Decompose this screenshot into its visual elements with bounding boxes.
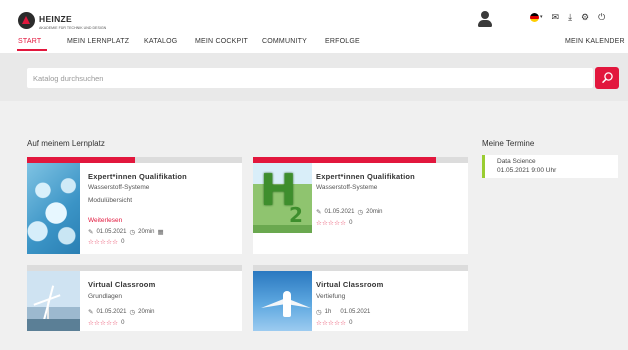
logo-mark-icon: [18, 11, 35, 29]
course-duration: 20min: [366, 209, 383, 215]
clock-icon: ◷: [129, 309, 136, 316]
nav-start[interactable]: START: [18, 38, 41, 45]
clock-icon: ◷: [129, 229, 136, 236]
rating[interactable]: ☆☆☆☆☆ 0: [88, 238, 125, 246]
star-icon: ☆☆☆☆☆: [88, 320, 119, 327]
search-icon: [602, 72, 613, 83]
star-icon: ☆☆☆☆☆: [88, 239, 119, 246]
course-thumbnail[interactable]: [253, 271, 312, 331]
user-icon[interactable]: [477, 11, 493, 28]
rating-count: 0: [121, 320, 125, 326]
nav-mein-kalender[interactable]: MEIN KALENDER: [565, 38, 625, 45]
course-meta: ✎ 01.05.2021 ◷ 20min: [316, 208, 383, 216]
course-subtitle: Wasserstoff-Systeme: [316, 184, 378, 191]
h2-grass-subscript: 2: [289, 203, 303, 227]
course-overview-link[interactable]: Modulübersicht: [88, 197, 132, 204]
course-title[interactable]: Expert*innen Qualifikation: [316, 172, 415, 181]
course-date: 01.05.2021: [340, 309, 371, 315]
search-button[interactable]: [595, 67, 619, 89]
edit-icon: ✎: [88, 309, 94, 316]
course-subtitle: Wasserstoff-Systeme: [88, 184, 150, 191]
course-date: 01.05.2021: [96, 229, 127, 235]
termine-title: Meine Termine: [482, 139, 535, 148]
header-toolbar: ▾ ✉ ⤓ ⚙ ⏻: [530, 13, 605, 22]
rating-count: 0: [349, 320, 353, 326]
course-thumbnail[interactable]: [27, 271, 80, 331]
appointment-name[interactable]: Data Science: [497, 158, 536, 165]
course-subtitle: Grundlagen: [88, 293, 122, 300]
course-duration: 1h: [324, 309, 332, 315]
brand-logo[interactable]: HEINZE AKADEMIE FÜR TECHNIK UND DESIGN: [18, 10, 106, 31]
language-switch[interactable]: ▾: [530, 13, 543, 22]
course-title[interactable]: Virtual Classroom: [88, 280, 155, 289]
course-date: 01.05.2021: [324, 209, 355, 215]
course-title[interactable]: Expert*innen Qualifikation: [88, 172, 187, 181]
brand-subline: AKADEMIE FÜR TECHNIK UND DESIGN: [39, 26, 107, 30]
star-icon: ☆☆☆☆☆: [316, 320, 347, 327]
rating-count: 0: [121, 239, 125, 245]
edit-icon: ✎: [316, 209, 322, 216]
clock-icon: ◷: [357, 209, 364, 216]
nav-mein-cockpit[interactable]: MEIN COCKPIT: [195, 38, 248, 45]
search-input[interactable]: [33, 72, 433, 84]
edit-icon: ✎: [88, 229, 94, 236]
read-more-link[interactable]: Weiterlesen: [88, 217, 122, 224]
appointment-color-bar: [482, 155, 485, 178]
nav-katalog[interactable]: KATALOG: [144, 38, 177, 45]
clock-icon: ◷: [316, 309, 322, 316]
nav-erfolge[interactable]: ERFOLGE: [325, 38, 360, 45]
course-meta: ✎ 01.05.2021 ◷ 20min ▦: [88, 228, 164, 236]
active-tab-indicator: [17, 49, 47, 51]
flag-de-icon: [530, 13, 539, 22]
appointment-datetime: 01.05.2021 9:00 Uhr: [497, 167, 557, 174]
star-icon: ☆☆☆☆☆: [316, 220, 347, 227]
course-subtitle: Vertiefung: [316, 293, 346, 300]
brand-name: HEINZE: [39, 14, 72, 24]
course-duration: 20min: [138, 229, 155, 235]
mail-icon[interactable]: ✉: [552, 13, 560, 22]
calendar-icon: ▦: [157, 229, 164, 236]
rating-count: 0: [349, 220, 353, 226]
course-duration: 20min: [138, 309, 155, 315]
course-date: 01.05.2021: [96, 309, 127, 315]
lernplatz-title: Auf meinem Lernplatz: [27, 139, 105, 148]
chevron-down-icon: ▾: [540, 14, 543, 20]
logout-icon[interactable]: ⏻: [598, 13, 605, 22]
nav-mein-lernplatz[interactable]: MEIN LERNPLATZ: [67, 38, 129, 45]
course-title[interactable]: Virtual Classroom: [316, 280, 383, 289]
rating[interactable]: ☆☆☆☆☆ 0: [316, 219, 353, 227]
course-meta: ◷ 1h 01.05.2021: [316, 308, 370, 316]
rating[interactable]: ☆☆☆☆☆ 0: [316, 319, 353, 327]
rating[interactable]: ☆☆☆☆☆ 0: [88, 319, 125, 327]
course-thumbnail[interactable]: [27, 163, 80, 254]
gear-icon[interactable]: ⚙: [581, 13, 589, 22]
main-nav: START MEIN LERNPLATZ KATALOG MEIN COCKPI…: [0, 38, 628, 52]
course-meta: ✎ 01.05.2021 ◷ 20min: [88, 308, 155, 316]
nav-community[interactable]: COMMUNITY: [262, 38, 307, 45]
download-icon[interactable]: ⤓: [568, 13, 572, 22]
course-thumbnail[interactable]: H 2: [253, 163, 312, 233]
